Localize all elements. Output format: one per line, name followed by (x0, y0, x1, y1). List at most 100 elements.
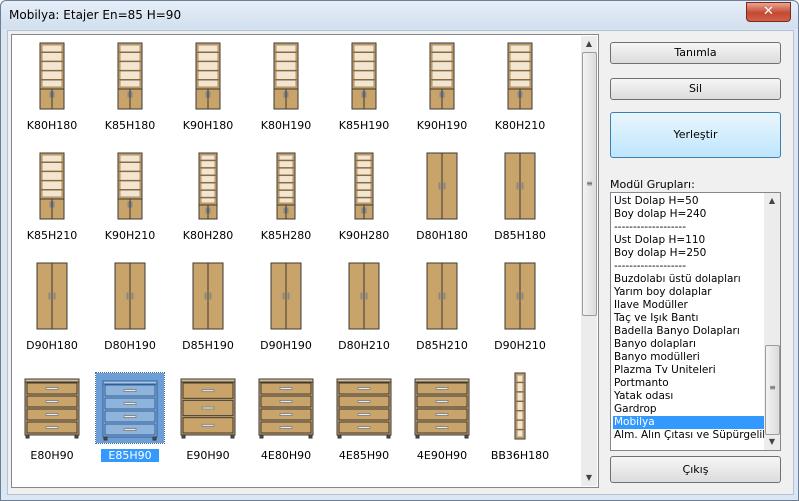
module-item-label: D80H210 (338, 339, 390, 352)
module-item[interactable]: BB36H180 (482, 371, 558, 469)
module-thumbnail (14, 41, 90, 118)
module-thumbnail (404, 151, 480, 228)
exit-button[interactable]: Çıkış (610, 456, 781, 483)
module-item[interactable]: E90H90 (170, 371, 246, 469)
delete-button[interactable]: Sil (610, 78, 781, 100)
group-list-item[interactable]: Banyo modülleri (613, 351, 764, 364)
module-thumbnail (170, 41, 246, 118)
close-button[interactable]: ✕ (746, 2, 791, 22)
module-item[interactable]: D85H190 (170, 261, 246, 359)
scroll-down-icon[interactable]: ▼ (764, 434, 780, 450)
title-bar[interactable]: Mobilya: Etajer En=85 H=90 ✕ (1, 1, 798, 29)
group-list-item[interactable]: Alm. Alın Çıtası ve Süpürgelikler (613, 429, 764, 442)
module-item-label: K80H190 (260, 119, 312, 132)
module-item-label: D80H180 (416, 229, 468, 242)
module-thumbnail (326, 261, 402, 338)
module-item-label: 4E85H90 (338, 449, 390, 462)
module-thumbnail-list[interactable]: ▲ ≡ ▼ K80H180 K85H180 K90H180 K80H190 K85H19… (11, 34, 599, 488)
module-thumbnail (248, 371, 324, 448)
module-item[interactable]: K80H180 (14, 41, 90, 139)
group-list-item[interactable]: Banyo dolapları (613, 338, 764, 351)
module-item-label: K85H210 (26, 229, 78, 242)
list-scrollbar[interactable]: ▲ ≡ ▼ (581, 36, 597, 486)
module-thumbnail (170, 371, 246, 448)
module-item[interactable]: D85H180 (482, 151, 558, 249)
module-item-label: E80H90 (30, 449, 74, 462)
group-list-item[interactable]: ------------------- (613, 260, 764, 273)
module-thumbnail (326, 371, 402, 448)
group-list-item[interactable]: Boy dolap H=240 (613, 208, 764, 221)
module-groups-list[interactable]: Alm. Alın Çıtası ve SüpürgeliklerMobilya… (610, 192, 781, 451)
module-thumbnail (14, 261, 90, 338)
module-item[interactable]: 4E90H90 (404, 371, 480, 469)
group-list-item[interactable]: Yarım boy dolaplar (613, 286, 764, 299)
group-list-item[interactable]: Taç ve Işık Bantı (613, 312, 764, 325)
module-item[interactable]: K85H190 (326, 41, 402, 139)
module-item-label: 4E90H90 (416, 449, 468, 462)
module-item[interactable]: K85H210 (14, 151, 90, 249)
grip-icon: ≡ (769, 383, 776, 392)
module-thumbnail (326, 151, 402, 228)
module-item-label: E85H90 (101, 449, 159, 462)
module-item[interactable]: K90H210 (92, 151, 168, 249)
module-thumbnail (14, 151, 90, 228)
scroll-thumb[interactable]: ≡ (765, 345, 780, 435)
group-list-item[interactable]: Gardrop (613, 403, 764, 416)
module-item[interactable]: E85H90 (92, 371, 168, 469)
module-thumbnail (170, 261, 246, 338)
module-item[interactable]: D90H210 (482, 261, 558, 359)
module-item[interactable]: D80H180 (404, 151, 480, 249)
module-item-label: D90H210 (494, 339, 546, 352)
define-button[interactable]: Tanımla (610, 42, 781, 64)
module-item-label: K90H190 (416, 119, 468, 132)
module-item[interactable]: D90H190 (248, 261, 324, 359)
module-item[interactable]: 4E80H90 (248, 371, 324, 469)
module-item[interactable]: K90H190 (404, 41, 480, 139)
module-item[interactable]: K80H280 (170, 151, 246, 249)
group-list-item[interactable]: İlave Modüller (613, 299, 764, 312)
module-item[interactable]: K80H210 (482, 41, 558, 139)
scroll-thumb[interactable]: ≡ (582, 52, 597, 316)
module-item[interactable]: K85H280 (248, 151, 324, 249)
module-item-label: D90H190 (260, 339, 312, 352)
module-item[interactable]: K80H190 (248, 41, 324, 139)
module-item[interactable]: K85H180 (92, 41, 168, 139)
module-thumbnail (482, 371, 558, 448)
module-item-label: D85H180 (494, 229, 546, 242)
group-list-item[interactable]: Üst Dolap H=50 (613, 195, 764, 208)
module-thumbnail (248, 41, 324, 118)
grip-icon: ≡ (586, 179, 593, 188)
module-item-label: K85H190 (338, 119, 390, 132)
scroll-up-icon[interactable]: ▲ (764, 193, 780, 209)
module-item[interactable]: D90H180 (14, 261, 90, 359)
module-groups-label: Modül Grupları: (610, 178, 695, 191)
module-item-label: K90H210 (104, 229, 156, 242)
group-list-item[interactable]: Portmanto (613, 377, 764, 390)
module-item[interactable]: E80H90 (14, 371, 90, 469)
place-button[interactable]: Yerleştir (610, 112, 781, 158)
module-item[interactable]: D80H190 (92, 261, 168, 359)
module-item-label: K80H280 (182, 229, 234, 242)
group-list-item[interactable]: Mobilya (613, 416, 764, 429)
scroll-up-icon[interactable]: ▲ (581, 36, 597, 52)
module-item[interactable]: K90H180 (170, 41, 246, 139)
module-item[interactable]: D80H210 (326, 261, 402, 359)
group-list-item[interactable]: Buzdolabı üstü dolapları (613, 273, 764, 286)
scroll-down-icon[interactable]: ▼ (581, 470, 597, 486)
group-list-item[interactable]: ------------------- (613, 221, 764, 234)
group-list-item[interactable]: Yatak odası (613, 390, 764, 403)
group-list-item[interactable]: Plazma Tv Üniteleri (613, 364, 764, 377)
module-item-label: D85H210 (416, 339, 468, 352)
module-thumbnail (92, 261, 168, 338)
groups-scrollbar[interactable]: ▲ ≡ ▼ (764, 193, 780, 450)
module-thumbnail (92, 41, 168, 118)
module-thumbnail (482, 41, 558, 118)
module-item[interactable]: D85H210 (404, 261, 480, 359)
module-item[interactable]: 4E85H90 (326, 371, 402, 469)
module-item-label: K85H280 (260, 229, 312, 242)
group-list-item[interactable]: Boy dolap H=250 (613, 247, 764, 260)
group-list-item[interactable]: Üst Dolap H=110 (613, 234, 764, 247)
module-item[interactable]: K90H280 (326, 151, 402, 249)
group-list-item[interactable]: Badella Banyo Dolapları (613, 325, 764, 338)
module-thumbnail (482, 261, 558, 338)
